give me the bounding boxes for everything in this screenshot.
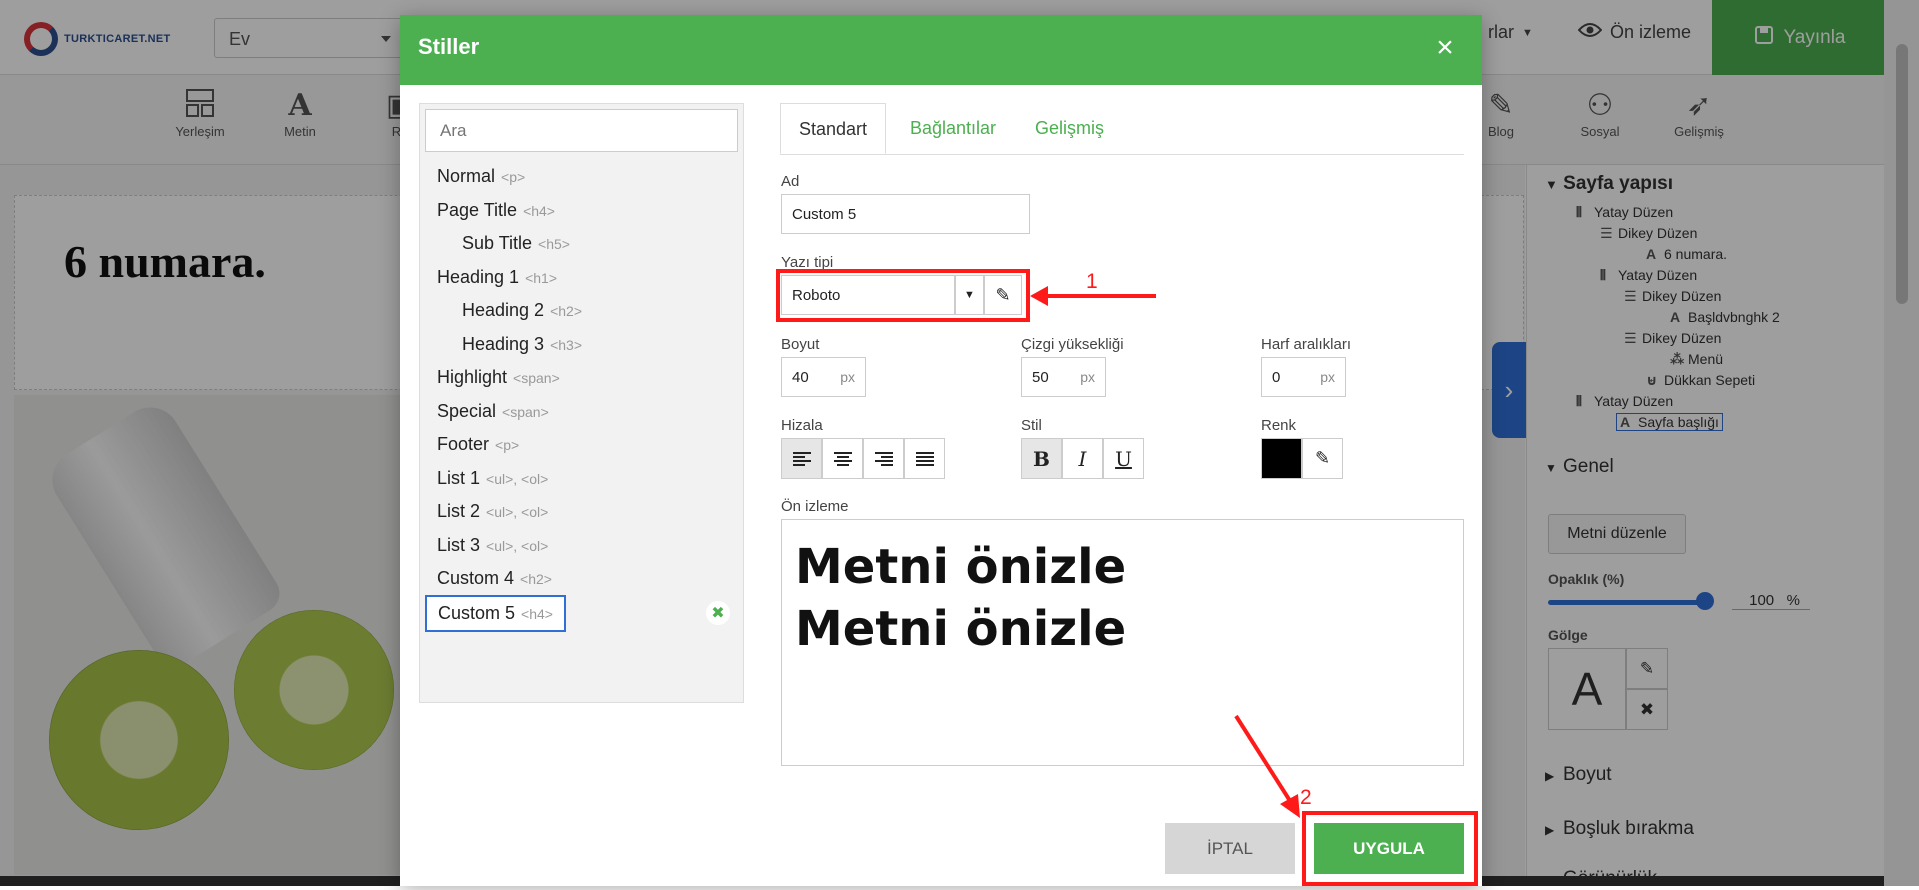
style-item-name: Heading 3 (462, 334, 545, 354)
style-item-tag: <h3> (550, 337, 583, 353)
annotation-box-apply (1302, 811, 1478, 886)
style-item-name: Special (437, 401, 497, 421)
style-item-tag: <ul>, <ol> (486, 471, 549, 487)
tab-advanced[interactable]: Gelişmiş (1017, 103, 1122, 154)
style-item-selected[interactable]: Custom 5 <h4> (425, 595, 566, 632)
style-item[interactable]: Highlight <span> (437, 367, 560, 388)
letter-spacing-value: 0 (1272, 369, 1281, 386)
style-item-name: Sub Title (462, 233, 533, 253)
style-item[interactable]: List 1 <ul>, <ol> (437, 468, 548, 489)
style-item-tag: <ul>, <ol> (486, 504, 549, 520)
style-item[interactable]: Normal <p> (437, 166, 525, 187)
style-item-tag: <p> (501, 169, 526, 185)
annotation-number-2: 2 (1300, 786, 1312, 809)
align-center-icon[interactable] (822, 438, 863, 479)
style-item-tag: <span> (513, 370, 560, 386)
bold-icon[interactable]: B (1021, 438, 1062, 479)
color-swatch[interactable] (1261, 438, 1302, 479)
style-item-tag: <h5> (538, 236, 570, 252)
name-field[interactable]: Custom 5 (781, 194, 1030, 234)
size-value: 40 (792, 369, 809, 386)
preview-line: Metni önizle (795, 539, 1127, 595)
style-item-name: Custom 5 (438, 603, 516, 623)
search-input[interactable] (425, 109, 738, 152)
size-unit: px (840, 369, 855, 385)
style-item[interactable]: Heading 2 <h2> (462, 300, 582, 321)
style-item[interactable]: Footer <p> (437, 434, 519, 455)
annotation-number-1: 1 (1086, 270, 1098, 293)
text-preview: Metni önizle Metni önizle (781, 519, 1464, 766)
tab-links[interactable]: Bağlantılar (892, 103, 1014, 154)
preview-line: Metni önizle (795, 601, 1127, 657)
line-height-label: Çizgi yüksekliği (1021, 336, 1124, 353)
style-item[interactable]: List 3 <ul>, <ol> (437, 535, 548, 556)
style-item-name: Normal (437, 166, 496, 186)
italic-icon[interactable]: I (1062, 438, 1103, 479)
text-style-label: Stil (1021, 417, 1042, 434)
underline-icon[interactable]: U (1103, 438, 1144, 479)
style-item[interactable]: Special <span> (437, 401, 549, 422)
style-item-name: List 3 (437, 535, 481, 555)
tab-divider (780, 154, 1464, 155)
style-item[interactable]: Sub Title <h5> (462, 233, 570, 254)
style-item-tag: <h2> (550, 303, 583, 319)
align-left-icon[interactable] (781, 438, 822, 479)
style-item-tag: <h4> (523, 203, 555, 219)
color-label: Renk (1261, 417, 1297, 434)
line-height-value: 50 (1032, 369, 1049, 386)
name-label: Ad (781, 173, 800, 190)
style-item-name: List 2 (437, 501, 481, 521)
annotation-arrow-2 (1234, 714, 1300, 818)
letter-spacing-label: Harf aralıkları (1261, 336, 1352, 353)
style-item-name: Custom 4 (437, 568, 515, 588)
align-right-icon[interactable] (863, 438, 904, 479)
style-item[interactable]: Heading 1 <h1> (437, 267, 557, 288)
style-item-name: Heading 2 (462, 300, 545, 320)
style-item-tag: <ul>, <ol> (486, 538, 549, 554)
style-item-tag: <h4> (521, 606, 553, 622)
close-icon[interactable]: × (1430, 30, 1460, 66)
size-input[interactable]: 40 px (781, 357, 866, 397)
style-item[interactable]: Page Title <h4> (437, 200, 555, 221)
style-item-name: Highlight (437, 367, 508, 387)
align-justify-icon[interactable] (904, 438, 945, 479)
annotation-box-font (776, 269, 1030, 322)
letter-spacing-input[interactable]: 0 px (1261, 357, 1346, 397)
modal-title: Stiller (418, 34, 480, 59)
style-item-name: Heading 1 (437, 267, 520, 287)
cancel-button[interactable]: İPTAL (1165, 823, 1295, 874)
letter-spacing-unit: px (1320, 369, 1335, 385)
style-item-tag: <h1> (525, 270, 558, 286)
style-item-tag: <span> (502, 404, 549, 420)
size-label: Boyut (781, 336, 820, 353)
line-height-unit: px (1080, 369, 1095, 385)
style-item[interactable]: Custom 4 <h2> (437, 568, 552, 589)
style-item-name: Page Title (437, 200, 518, 220)
style-item-name: List 1 (437, 468, 481, 488)
style-item-name: Footer (437, 434, 490, 454)
pencil-icon[interactable]: ✎ (1302, 438, 1343, 479)
preview-label: Ön izleme (781, 498, 849, 515)
line-height-input[interactable]: 50 px (1021, 357, 1106, 397)
style-item[interactable]: Heading 3 <h3> (462, 334, 582, 355)
style-item-tag: <h2> (520, 571, 552, 587)
delete-style-icon[interactable]: ✖ (706, 601, 730, 625)
tab-standard[interactable]: Standart (780, 103, 887, 154)
style-item-tag: <p> (495, 437, 520, 453)
modal-header (400, 15, 1482, 85)
align-label: Hizala (781, 417, 823, 434)
style-item[interactable]: List 2 <ul>, <ol> (437, 501, 548, 522)
